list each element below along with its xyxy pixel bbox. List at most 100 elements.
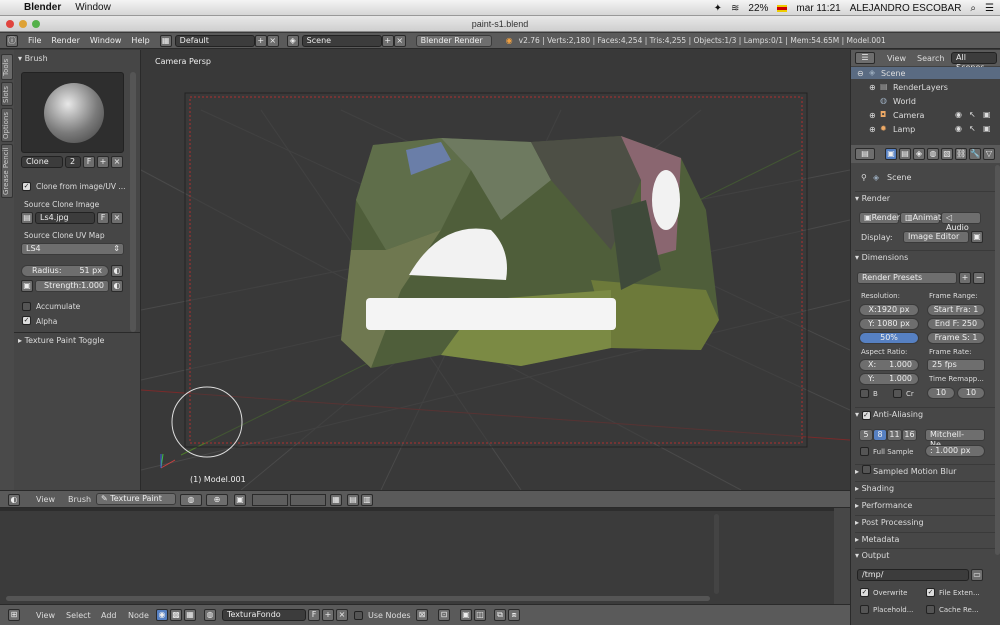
render-engine-select[interactable]: Blender Render xyxy=(415,34,492,47)
node-editor-type-icon[interactable]: ⊞ xyxy=(8,609,20,621)
metadata-section-header[interactable]: ▸ Metadata xyxy=(855,532,995,546)
outliner-view-menu[interactable]: View xyxy=(887,54,906,63)
outliner-row-renderlayers[interactable]: ⊕ ▤ RenderLayers xyxy=(851,81,1000,93)
outliner-row-camera[interactable]: ⊕ ◘ Camera ◉ ↖ ▣ xyxy=(851,109,1000,121)
anti-aliasing-checkbox[interactable]: ✓ xyxy=(861,411,871,420)
viewport-editor-type-icon[interactable]: ◐ xyxy=(8,494,20,506)
app-menu[interactable]: Blender xyxy=(24,2,61,13)
modifiers-tab-icon[interactable]: 🔧 xyxy=(969,148,981,160)
flag-icon[interactable] xyxy=(777,4,788,12)
source-image-field[interactable]: Ls4.jpg xyxy=(35,212,95,224)
list-icon[interactable]: ☰ xyxy=(985,3,994,14)
area-divider[interactable] xyxy=(0,508,850,511)
outliner-row-world[interactable]: ◍ World xyxy=(851,95,1000,107)
use-nodes-checkbox[interactable] xyxy=(354,611,363,620)
render-camera-icon[interactable]: ▣ xyxy=(983,110,991,119)
file-extensions-checkbox[interactable]: ✓ xyxy=(926,588,935,597)
output-path-field[interactable]: /tmp/ xyxy=(857,569,969,581)
add-scene-icon[interactable]: + xyxy=(381,34,394,47)
brush-name-field[interactable]: Clone xyxy=(21,156,63,168)
strength-pressure-icon[interactable]: ◐ xyxy=(111,280,123,292)
editor-type-icon[interactable]: ⓘ xyxy=(6,34,18,47)
expand-icon[interactable]: ⊕ xyxy=(869,125,876,134)
render-section-header[interactable]: ▾ Render xyxy=(855,191,995,205)
add-brush-icon[interactable]: + xyxy=(97,156,109,168)
scene-tab-icon[interactable]: ◈ xyxy=(913,148,925,160)
layer-buttons-b[interactable] xyxy=(290,494,326,506)
close-window-icon[interactable] xyxy=(6,20,14,28)
browse-folder-icon[interactable]: ▭ xyxy=(971,569,983,581)
frame-rate-select[interactable]: 25 fps xyxy=(927,359,985,371)
remove-scene-icon[interactable]: × xyxy=(393,34,406,47)
node-node-menu[interactable]: Node xyxy=(128,611,149,620)
minimize-window-icon[interactable] xyxy=(19,20,27,28)
outliner[interactable]: ☰ View Search All Scenes ⊖ ◈ Scene ⊕ ▤ R… xyxy=(850,50,1000,145)
dropbox-icon[interactable]: ✦ xyxy=(714,3,722,14)
frame-start-field[interactable]: Start Fra: 1 xyxy=(927,304,985,316)
3d-viewport[interactable]: Camera Persp (1) Model.001 xyxy=(141,50,850,490)
full-sample-checkbox[interactable] xyxy=(860,447,869,456)
constraints-tab-icon[interactable]: ⛓ xyxy=(955,148,967,160)
lock-interface-icon[interactable]: ▣ xyxy=(971,231,983,243)
remove-preset-icon[interactable]: − xyxy=(973,272,985,284)
mask-icon[interactable]: ▣ xyxy=(234,494,246,506)
textured-model[interactable] xyxy=(341,136,719,368)
render-button[interactable]: ▣Render xyxy=(859,212,900,224)
dimensions-section-header[interactable]: ▾ Dimensions xyxy=(855,250,995,264)
brush-preview[interactable] xyxy=(21,72,124,153)
texture-browse-icon[interactable]: ◍ xyxy=(204,609,216,621)
motion-blur-checkbox[interactable] xyxy=(861,465,871,474)
snap-element-icon[interactable]: ◫ xyxy=(474,609,486,621)
shading-section-header[interactable]: ▸ Shading xyxy=(855,481,995,495)
render-layers-tab-icon[interactable]: ▤ xyxy=(899,148,911,160)
zoom-window-icon[interactable] xyxy=(32,20,40,28)
texture-unlink-icon[interactable]: × xyxy=(336,609,348,621)
expand-icon[interactable]: ⊕ xyxy=(869,83,876,92)
object-tab-icon[interactable]: ▧ xyxy=(941,148,953,160)
layer-buttons-a[interactable] xyxy=(252,494,288,506)
cache-result-checkbox[interactable] xyxy=(926,605,935,614)
remove-brush-icon[interactable]: × xyxy=(111,156,123,168)
display-select[interactable]: Image Editor xyxy=(903,231,969,243)
data-tab-icon[interactable]: ▽ xyxy=(983,148,995,160)
render-preview-icon[interactable]: ▤ xyxy=(347,494,359,506)
resolution-percentage-slider[interactable]: 50% xyxy=(859,332,919,344)
placeholders-checkbox[interactable] xyxy=(860,605,869,614)
anti-aliasing-section-header[interactable]: ▾ ✓ Anti-Aliasing xyxy=(855,407,995,421)
aspect-y-field[interactable]: Y: 1.000 xyxy=(859,373,919,385)
compositing-nodes-icon[interactable]: ▩ xyxy=(170,609,182,621)
screen-selector[interactable]: Default xyxy=(174,34,255,47)
radius-pressure-icon[interactable]: ◐ xyxy=(111,265,123,277)
border-checkbox[interactable] xyxy=(860,389,869,398)
visibility-eye-icon[interactable]: ◉ xyxy=(955,110,962,119)
visibility-eye-icon[interactable]: ◉ xyxy=(955,124,962,133)
texture-name-field[interactable]: TexturaFondo xyxy=(222,609,306,621)
copy-nodes-icon[interactable]: ⧉ xyxy=(494,609,506,621)
tab-tools[interactable]: Tools xyxy=(1,54,13,80)
texture-nodes-icon[interactable]: ▦ xyxy=(184,609,196,621)
clone-from-uv-checkbox[interactable]: ✓ xyxy=(22,182,31,191)
node-select-menu[interactable]: Select xyxy=(66,611,91,620)
brush-menu[interactable]: Brush xyxy=(68,495,91,504)
resolution-x-field[interactable]: X:1920 px xyxy=(859,304,919,316)
aa-filter-select[interactable]: Mitchell-Ne... xyxy=(925,429,985,449)
overwrite-checkbox[interactable]: ✓ xyxy=(860,588,869,597)
lock-layers-icon[interactable]: ▦ xyxy=(330,494,342,506)
source-image-unlink-icon[interactable]: × xyxy=(111,212,123,224)
backdrop-icon[interactable]: ⊠ xyxy=(416,609,428,621)
post-processing-section-header[interactable]: ▸ Post Processing xyxy=(855,515,995,529)
aa-samples-16[interactable]: 16 xyxy=(902,429,917,441)
snap-icon[interactable]: ⊡ xyxy=(438,609,450,621)
performance-section-header[interactable]: ▸ Performance xyxy=(855,498,995,512)
frame-end-field[interactable]: End F: 250 xyxy=(927,318,985,330)
remap-old-field[interactable]: 10 xyxy=(927,387,955,399)
aspect-x-field[interactable]: X: 1.000 xyxy=(859,359,919,371)
add-screen-icon[interactable]: + xyxy=(254,34,267,47)
pivot-select-icon[interactable]: ⊕ xyxy=(206,494,228,506)
aa-samples-8[interactable]: 8 xyxy=(873,429,887,441)
tab-slots[interactable]: Slots xyxy=(1,82,13,106)
outliner-filter-select[interactable]: All Scenes xyxy=(951,52,997,72)
render-camera-icon[interactable]: ▣ xyxy=(983,124,991,133)
outliner-editor-type-icon[interactable]: ☰ xyxy=(855,52,875,64)
image-browse-icon[interactable]: ▤ xyxy=(21,212,33,224)
